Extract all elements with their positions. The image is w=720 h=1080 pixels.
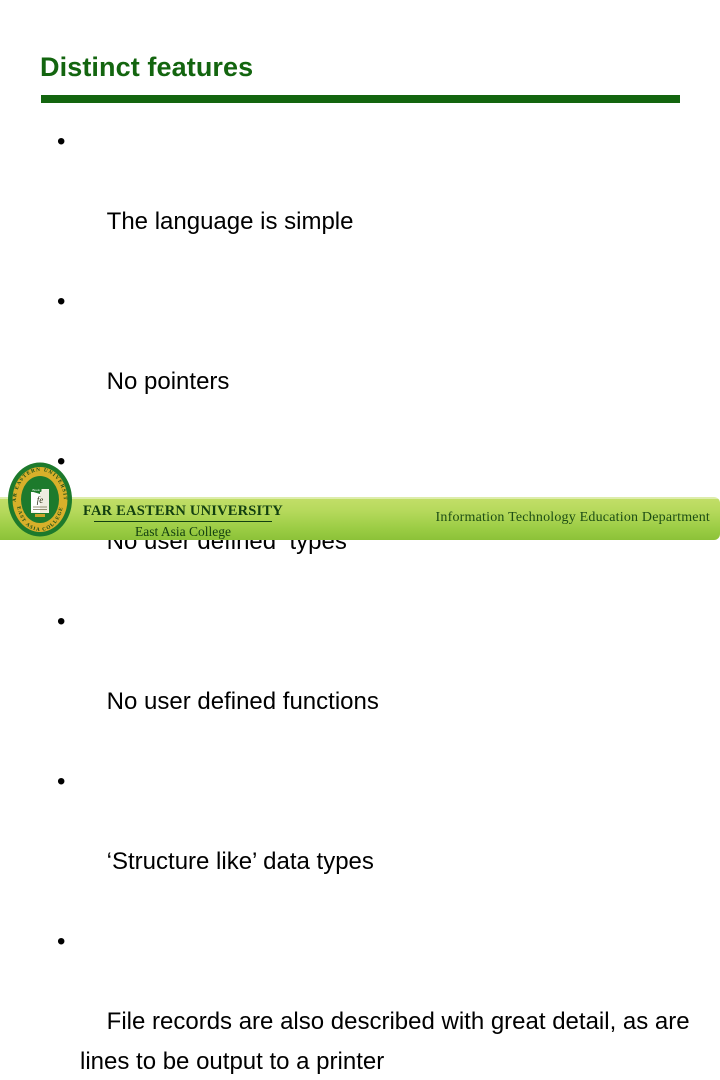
list-item: • No pointers xyxy=(47,282,697,442)
bullet-marker-icon: • xyxy=(57,288,66,315)
bullet-marker-icon: • xyxy=(57,128,66,155)
bullet-marker-icon: • xyxy=(57,608,66,635)
svg-text:fe: fe xyxy=(37,495,44,505)
list-item-label: The language is simple xyxy=(106,208,354,235)
page-title: Distinct features xyxy=(40,52,254,82)
list-item-label: No user defined functions xyxy=(106,688,379,715)
department-label: Information Technology Education Departm… xyxy=(435,510,710,525)
svg-text:Book: Book xyxy=(32,488,40,492)
list-item: • No user defined functions xyxy=(47,602,697,762)
bullet-marker-icon: • xyxy=(57,768,66,795)
list-item: • The language is simple xyxy=(47,122,697,282)
college-name: East Asia College xyxy=(135,524,231,539)
list-item-label: No pointers xyxy=(106,368,230,395)
list-item: • ‘Structure like’ data types xyxy=(47,762,697,922)
list-item: • File records are also described with g… xyxy=(47,922,697,1080)
footer-university-block: FAR EASTERN UNIVERSITY East Asia College xyxy=(68,503,298,540)
bullet-list: • The language is simple • No pointers •… xyxy=(47,122,697,1080)
university-name-underline xyxy=(94,521,272,522)
bullet-marker-icon: • xyxy=(57,928,66,955)
title-divider xyxy=(41,95,680,103)
list-item-label: File records are also described with gre… xyxy=(80,1008,697,1075)
university-name: FAR EASTERN UNIVERSITY xyxy=(83,503,283,519)
list-item-label: ‘Structure like’ data types xyxy=(106,848,374,875)
feu-seal-logo: FAR EASTERN UNIVERSITY EAST ASIA COLLEGE… xyxy=(6,461,74,538)
